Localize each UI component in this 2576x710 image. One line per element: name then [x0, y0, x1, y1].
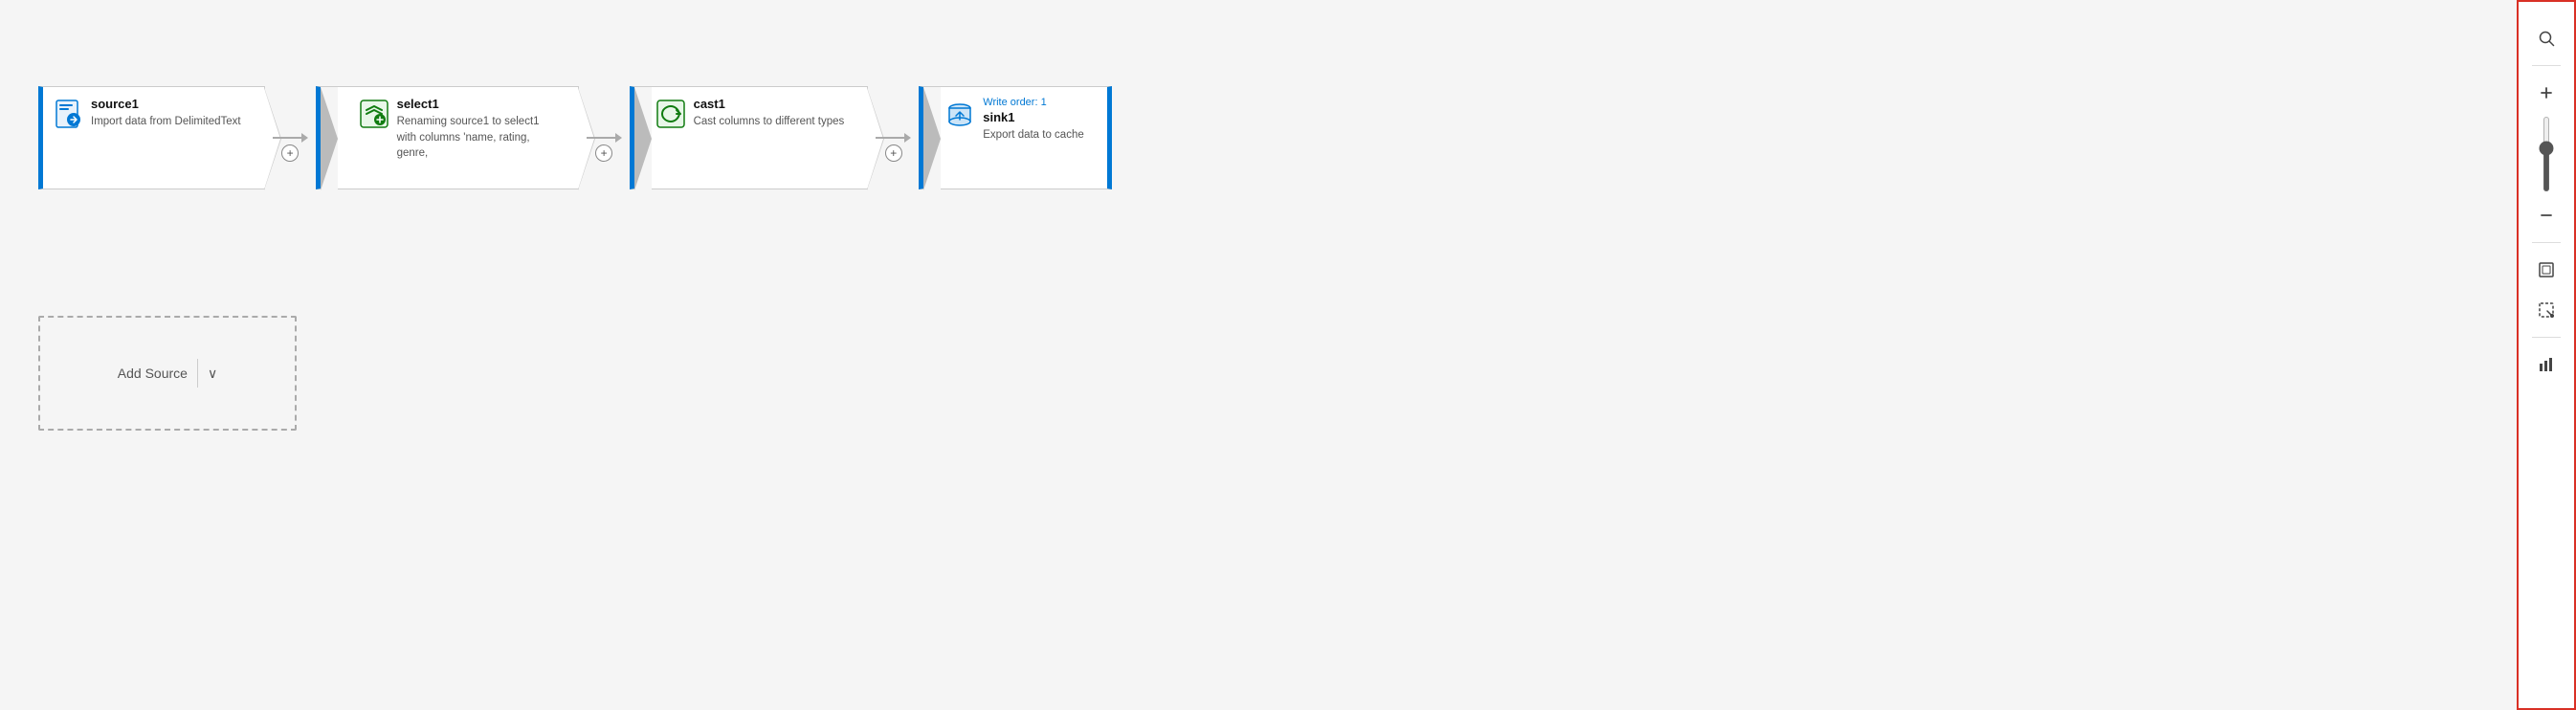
card-left-notch	[321, 87, 338, 190]
chart-icon	[2538, 356, 2555, 373]
cast-icon	[655, 99, 686, 129]
search-icon	[2538, 30, 2555, 47]
connector-line-3	[876, 137, 904, 139]
select-icon	[359, 99, 389, 129]
node-sink1[interactable]: Write order: 1 sink1 Export data to cach…	[919, 86, 1111, 189]
source-icon	[53, 99, 83, 129]
toolbar-divider-1	[2532, 65, 2561, 66]
chart-button[interactable]	[2529, 347, 2564, 382]
node-source1-desc: Import data from DelimitedText	[91, 114, 241, 130]
node-select1[interactable]: select1 Renaming source1 to select1 with…	[316, 86, 579, 189]
sink-icon	[944, 99, 975, 129]
card-left-notch-3	[923, 87, 941, 190]
connector-1: +	[273, 133, 308, 143]
pipeline-group: source1 Import data from DelimitedText +	[38, 86, 1112, 189]
node-source1[interactable]: source1 Import data from DelimitedText	[38, 86, 265, 189]
add-node-btn-3[interactable]: +	[885, 144, 902, 162]
fit-view-button[interactable]	[2529, 253, 2564, 287]
node-cast1[interactable]: cast1 Cast columns to different types	[630, 86, 869, 189]
connector-line	[273, 137, 301, 139]
fit-icon	[2538, 261, 2555, 278]
select-region-icon	[2538, 301, 2555, 319]
node-cast1-title: cast1	[694, 97, 845, 111]
chevron-down-icon: ∨	[208, 366, 217, 382]
node-sink1-desc: Export data to cache	[983, 127, 1083, 144]
node-select1-desc: Renaming source1 to select1 with columns…	[397, 114, 555, 162]
search-button[interactable]	[2529, 21, 2564, 55]
select-region-button[interactable]	[2529, 293, 2564, 327]
add-node-btn-2[interactable]: +	[595, 144, 612, 162]
zoom-slider-container[interactable]	[2543, 116, 2549, 192]
add-source-divider	[197, 359, 198, 388]
connector-2: +	[587, 133, 622, 143]
node-source1-title: source1	[91, 97, 241, 111]
connector-arrow-2	[615, 133, 622, 143]
canvas: source1 Import data from DelimitedText +	[0, 0, 2517, 710]
zoom-out-icon	[2538, 207, 2555, 224]
zoom-out-button[interactable]	[2529, 198, 2564, 233]
add-source-button[interactable]: Add Source ∨	[38, 316, 297, 431]
node-sink1-order: Write order: 1	[983, 97, 1083, 108]
add-source-label: Add Source	[118, 366, 188, 381]
card-left-notch-2	[634, 87, 652, 190]
connector-3: +	[876, 133, 911, 143]
node-select1-title: select1	[397, 97, 555, 111]
node-cast1-desc: Cast columns to different types	[694, 114, 845, 130]
add-node-btn-1[interactable]: +	[281, 144, 299, 162]
connector-line-2	[587, 137, 615, 139]
zoom-in-icon	[2538, 84, 2555, 101]
zoom-slider[interactable]	[2543, 116, 2549, 192]
toolbar-divider-2	[2532, 242, 2561, 243]
connector-arrow	[301, 133, 308, 143]
zoom-in-button[interactable]	[2529, 76, 2564, 110]
node-sink1-title: sink1	[983, 110, 1083, 124]
toolbar-divider-3	[2532, 337, 2561, 338]
right-toolbar	[2517, 0, 2576, 710]
connector-arrow-3	[904, 133, 911, 143]
